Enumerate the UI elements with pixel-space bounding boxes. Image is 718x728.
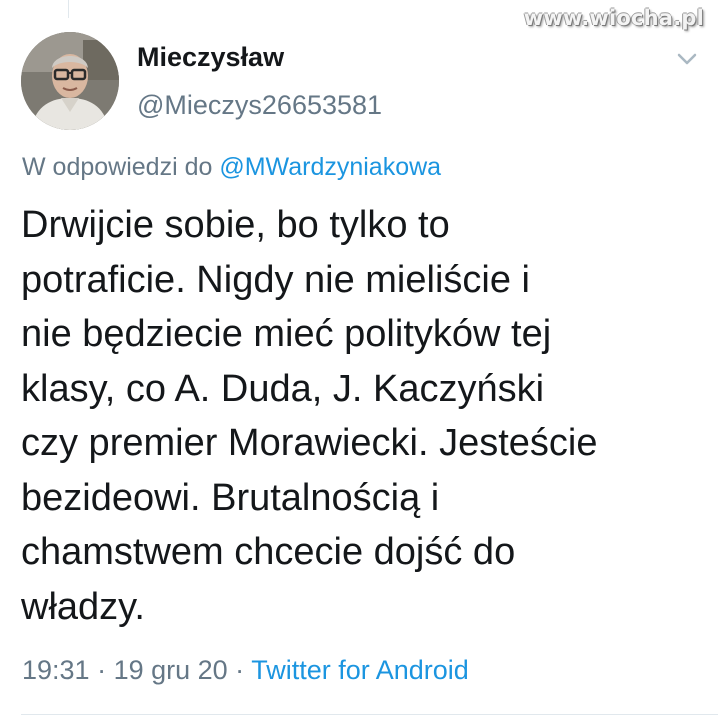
watermark-domain: www.wiocha — [523, 6, 674, 30]
tweet-text-line: klasy, co A. Duda, J. Kaczyński — [21, 367, 545, 410]
tweet-text-line: nie będziecie mieć polityków tej — [21, 313, 552, 355]
reply-prefix: W odpowiedzi do — [22, 153, 213, 181]
author-name[interactable]: Mieczysław — [137, 42, 284, 73]
divider — [21, 714, 718, 715]
avatar[interactable] — [21, 32, 119, 130]
tweet-meta: 19:31 · 19 gru 20 · Twitter for Android — [22, 655, 469, 686]
thread-connector-line — [68, 0, 69, 18]
meta-separator: · — [89, 655, 114, 685]
tweet-text-line: czy premier Morawiecki. Jesteście — [21, 422, 598, 464]
meta-separator: · — [227, 655, 252, 685]
tweet-date: 19 gru 20 — [113, 655, 228, 685]
tweet-text-line: bezideowi. Brutalnością i — [21, 476, 440, 519]
tweet-text: Drwijcie sobie, bo tylko to potraficie. … — [21, 198, 701, 634]
tweet-source-link[interactable]: Twitter for Android — [251, 655, 469, 685]
tweet-text-line: władzy. — [21, 585, 145, 628]
tweet-time: 19:31 — [22, 655, 90, 685]
avatar-photo — [21, 32, 119, 130]
tweet-text-line: potraficie. Nigdy nie mieliście i — [21, 258, 530, 301]
watermark-tld: .pl — [673, 6, 704, 30]
author-handle[interactable]: @Mieczys26653581 — [137, 90, 382, 121]
chevron-down-icon[interactable] — [677, 52, 697, 66]
reply-context: W odpowiedzi do @MWardzyniakowa — [22, 153, 441, 182]
tweet-text-line: Drwijcie sobie, bo tylko to — [21, 204, 450, 246]
watermark: www.wiocha.pl — [524, 6, 704, 30]
tweet-text-line: chamstwem chcecie dojść do — [21, 531, 516, 573]
reply-mention-link[interactable]: @MWardzyniakowa — [219, 153, 441, 181]
